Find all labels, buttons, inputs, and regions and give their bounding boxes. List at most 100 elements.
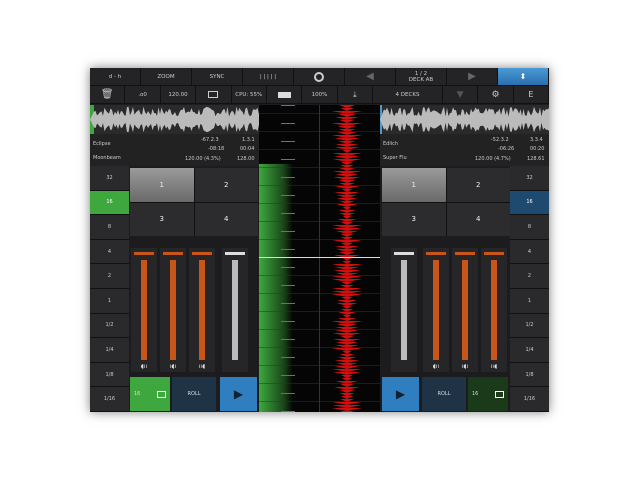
hotcue-pad-4[interactable]: 4 [446,202,510,236]
left-eq-low[interactable]: ıı◖ [189,248,215,372]
loop-size-button[interactable]: 1/2 [90,313,129,339]
left-volume-fader[interactable] [222,248,248,372]
loop-size-button[interactable]: 16 [90,190,129,216]
loop-size-button[interactable]: 4 [510,239,549,265]
loop-size-button[interactable]: 1/8 [510,362,549,388]
waveform-segment [335,273,359,276]
waveform-segment [342,150,352,153]
right-roll-button[interactable]: ROLL [422,377,466,411]
loop-size-button[interactable]: 1/8 [90,362,129,388]
loop-size-button[interactable]: 8 [90,215,129,240]
waveform-segment [339,120,355,123]
loop-size-button[interactable]: 1 [510,288,549,314]
loop-size-button[interactable]: 2 [510,264,549,289]
waveform-segment [335,117,359,120]
dropdown-button[interactable]: ▼ [443,86,479,103]
key-display[interactable]: .o0 [125,86,161,103]
waveform-segment [336,231,358,234]
grid-button[interactable]: | | | | | [243,68,294,85]
triangle-right-icon: ▶ [468,70,476,82]
loop-size-button[interactable]: 2 [90,264,129,289]
loop-size-button[interactable]: 1/2 [510,313,549,339]
right-eq-low[interactable]: ıı◖ [481,248,507,372]
waveform-segment [337,324,357,327]
waveform-segment [335,330,359,333]
loop-size-button[interactable]: 1 [90,288,129,314]
tempo[interactable]: 120.00 (4.3%) [185,156,221,162]
browser-button[interactable]: d - h [90,68,141,85]
left-roll-button[interactable]: ROLL [172,377,216,411]
loop-size-button[interactable]: 32 [510,166,549,191]
waveform-segment [341,297,353,300]
waveform-segment [331,111,363,114]
waveform-segment [338,129,356,132]
waveform-segment [335,327,359,330]
eq-icon: ◖ıı [432,363,440,370]
left-eq-mid[interactable]: ı◖ı [160,248,186,372]
loop-size-button[interactable]: 32 [90,166,129,191]
left-eq-high[interactable]: ◖ıı [131,248,157,372]
sync-button[interactable]: SYNC [192,68,243,85]
loop-size-button[interactable]: 1/16 [90,387,129,412]
right-eq-mid[interactable]: ı◖ı [452,248,478,372]
loop-size-button[interactable]: 16 [510,190,549,216]
hotcue-pad-1[interactable]: 1 [130,168,194,202]
left-loop-button[interactable]: 16 [130,377,170,411]
zoom-button[interactable]: ZOOM [141,68,192,85]
right-waveform-overview[interactable] [380,105,549,134]
hotcue-pad-1[interactable]: 1 [382,168,446,202]
loop-size-button[interactable]: 1/4 [90,338,129,363]
hotcue-pad-2[interactable]: 2 [446,168,510,202]
waveform-segment [342,207,352,210]
waveform-segment [331,276,363,279]
right-loop-sizes: 32 16 8 4 2 1 1/2 1/4 1/8 1/16 [510,166,549,412]
left-waveform-overview[interactable] [90,105,259,134]
load-button[interactable]: ⤓ [338,86,374,103]
right-play-button[interactable]: ▶ [382,377,419,411]
right-eq-high[interactable]: ◖ıı [423,248,449,372]
waveform-segment [340,396,354,399]
waveform-segment [332,333,362,336]
waveform-segment [281,357,295,358]
waveform-segment [332,402,362,405]
waveform-segment [334,186,360,189]
trash-button[interactable]: 🗑 [90,86,126,103]
next-deck-button[interactable]: ▶ [447,68,498,85]
hotcue-pad-4[interactable]: 4 [194,202,258,236]
hotcue-pad-3[interactable]: 3 [130,202,194,236]
waveform-segment [340,411,354,412]
waveform-segment [281,393,295,394]
waveform-segment [331,123,363,126]
deck-label: DECK AB [408,76,434,83]
effects-button[interactable]: E [514,86,549,103]
prev-deck-button[interactable]: ◀ [345,68,396,85]
eq-icon: ◖ıı [140,363,148,370]
loop-size-button[interactable]: 1/16 [510,387,549,412]
expand-button[interactable]: ⬍ [498,68,549,85]
waveform-segment [339,393,355,396]
mixer-button[interactable] [196,86,232,103]
record-button[interactable] [294,68,345,85]
tempo[interactable]: 120.00 (4.7%) [475,156,511,162]
loop-size-button[interactable]: 4 [90,239,129,265]
waveform-segment [281,267,295,268]
deck-count[interactable]: 4 DECKS [373,86,443,103]
playhead-line [259,257,380,258]
elapsed-time: 00:20 [530,146,545,152]
waveform-segment [335,345,359,348]
settings-button[interactable]: ⚙ [478,86,514,103]
waveform-segment [339,213,355,216]
left-play-button[interactable]: ▶ [220,377,257,411]
hotcue-pad-2[interactable]: 2 [194,168,258,202]
master-bpm[interactable]: 120.00 [161,86,197,103]
right-loop-button[interactable]: 16 [468,377,508,411]
waveform-segment [342,261,352,264]
hotcue-pad-3[interactable]: 3 [382,202,446,236]
loop-size-button[interactable]: 1/4 [510,338,549,363]
play-icon: ▶ [395,387,406,401]
loop-size-button[interactable]: 8 [510,215,549,240]
right-volume-fader[interactable] [391,248,417,372]
waveform-segment [334,360,360,363]
scrolling-waveforms[interactable] [259,105,380,412]
waveform-segment [333,339,361,342]
